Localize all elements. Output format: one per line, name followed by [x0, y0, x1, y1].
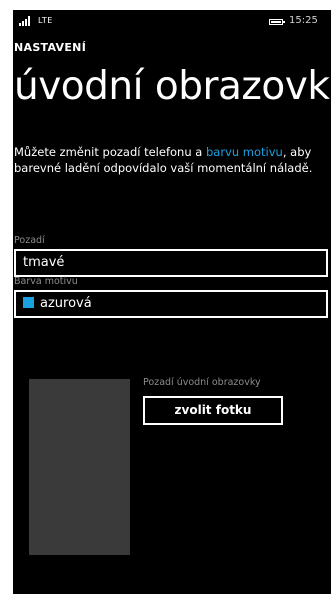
start-screen-preview	[29, 379, 130, 555]
status-bar: LTE 15:25	[13, 10, 331, 34]
network-type-label: LTE	[38, 16, 53, 25]
description-text: Můžete změnit pozadí telefonu a barvu mo…	[14, 144, 314, 176]
background-select-value: tmavé	[23, 255, 65, 270]
description-text-start: Můžete změnit pozadí telefonu a	[14, 145, 206, 159]
clock: 15:25	[289, 15, 318, 26]
background-label: Pozadí	[14, 235, 45, 246]
app-title: NASTAVENÍ	[14, 41, 87, 54]
page-title: úvodní obrazovka	[14, 64, 331, 109]
battery-icon	[269, 19, 285, 25]
color-swatch-icon	[23, 297, 34, 308]
choose-photo-button[interactable]: zvolit fotku	[143, 396, 283, 425]
theme-color-select-value: azurová	[40, 296, 92, 311]
background-select[interactable]: tmavé	[14, 249, 328, 277]
theme-color-label: Barva motivu	[14, 276, 78, 287]
start-background-label: Pozadí úvodní obrazovky	[143, 377, 261, 388]
signal-strength-icon	[19, 16, 33, 26]
phone-screen: LTE 15:25 NASTAVENÍ úvodní obrazovka Můž…	[13, 10, 331, 594]
theme-color-link[interactable]: barvu motivu	[206, 145, 283, 159]
theme-color-select[interactable]: azurová	[14, 290, 328, 318]
